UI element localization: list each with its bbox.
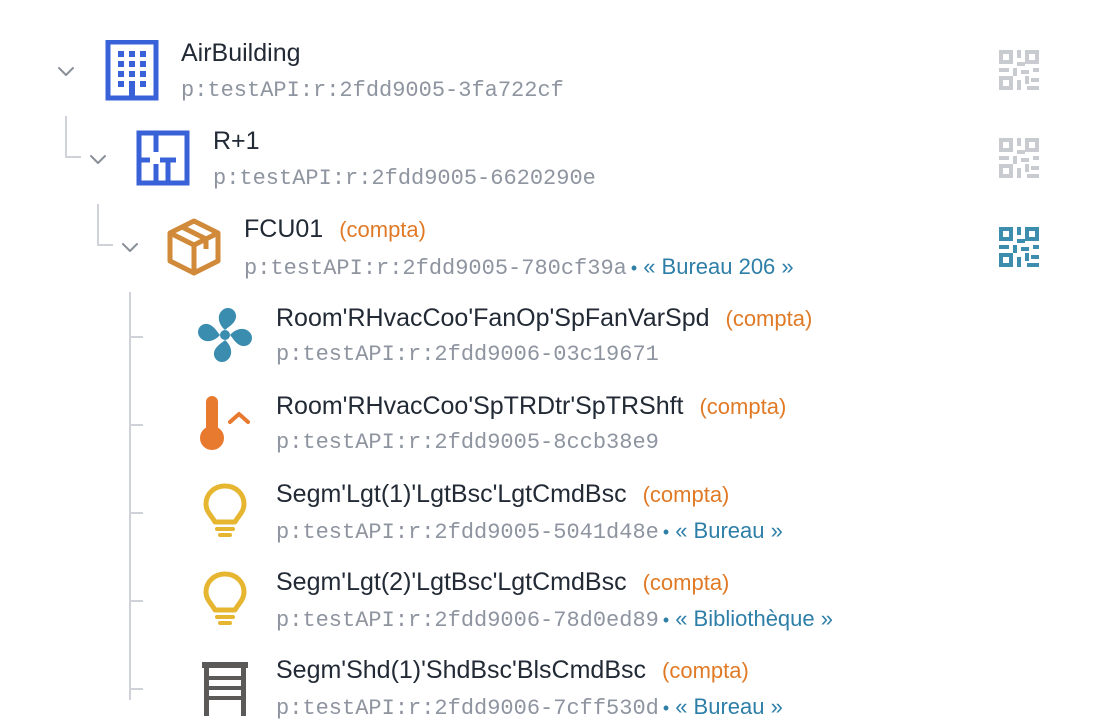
separator-dot: •	[662, 610, 670, 630]
tree-guide-line	[129, 512, 143, 514]
thermometer-icon	[196, 394, 252, 450]
chevron-down-icon[interactable]	[55, 60, 77, 82]
node-tag: (compta)	[662, 658, 749, 683]
node-name: Segm'Lgt(2)'LgtBsc'LgtCmdBsc	[276, 568, 627, 596]
node-ref: p:testAPI:r:2fdd9005-780cf39a	[244, 256, 627, 281]
node-tag: (compta)	[339, 217, 426, 242]
package-icon	[166, 218, 222, 276]
fan-icon	[196, 306, 252, 362]
tree-guide-line	[129, 600, 143, 602]
lightbulb-icon	[200, 482, 256, 538]
node-name-line: Room'RHvacCoo'SpTRDtr'SpTRShft (compta)	[276, 391, 786, 422]
tree-guide-line	[129, 336, 143, 338]
node-name: R+1	[213, 127, 260, 155]
node-ref: p:testAPI:r:2fdd9005-3fa722cf	[181, 78, 564, 103]
node-ref-line: p:testAPI:r:2fdd9006-7cff530d • « Bureau »	[276, 693, 783, 723]
node-name-line: FCU01 (compta)	[244, 214, 426, 245]
node-name: Segm'Shd(1)'ShdBsc'BlsCmdBsc	[276, 656, 647, 684]
chevron-down-icon[interactable]	[87, 148, 109, 170]
separator-dot: •	[630, 258, 638, 278]
lightbulb-icon	[200, 570, 256, 626]
node-ref: p:testAPI:r:2fdd9005-5041d48e	[276, 520, 659, 545]
node-location[interactable]: « Bureau »	[675, 694, 783, 719]
tree-guide-line	[129, 424, 143, 426]
building-icon	[104, 40, 160, 101]
tree-guide-line	[65, 116, 67, 158]
qr-code-icon[interactable]	[997, 48, 1041, 92]
node-location[interactable]: « Bibliothèque »	[675, 606, 833, 631]
separator-dot: •	[662, 522, 670, 542]
node-name-line: Segm'Lgt(1)'LgtBsc'LgtCmdBsc (compta)	[276, 479, 729, 510]
node-name-line: Segm'Shd(1)'ShdBsc'BlsCmdBsc (compta)	[276, 655, 749, 686]
node-name-line: Segm'Lgt(2)'LgtBsc'LgtCmdBsc (compta)	[276, 567, 729, 598]
tree-guide-line	[97, 204, 99, 246]
tree-guide-line	[97, 244, 113, 246]
node-ref-line: p:testAPI:r:2fdd9005-5041d48e • « Bureau »	[276, 517, 783, 547]
node-ref-line: p:testAPI:r:2fdd9005-780cf39a • « Bureau 2…	[244, 253, 794, 283]
node-ref-line: p:testAPI:r:2fdd9006-78d0ed89 • « Biblioth…	[276, 605, 833, 635]
node-location[interactable]: « Bureau »	[675, 518, 783, 543]
node-ref: p:testAPI:r:2fdd9005-8ccb38e9	[276, 430, 659, 455]
separator-dot: •	[662, 698, 670, 718]
node-name: Segm'Lgt(1)'LgtBsc'LgtCmdBsc	[276, 480, 627, 508]
qr-code-icon[interactable]	[997, 225, 1041, 269]
node-name-line: Room'RHvacCoo'FanOp'SpFanVarSpd (compta)	[276, 303, 812, 334]
node-tag: (compta)	[725, 306, 813, 331]
floor-plan-icon	[136, 130, 192, 186]
node-ref: p:testAPI:r:2fdd9005-6620290e	[213, 166, 596, 191]
node-ref: p:testAPI:r:2fdd9006-03c19671	[276, 342, 659, 367]
tree-guide-line	[65, 156, 81, 158]
node-location[interactable]: « Bureau 206 »	[643, 254, 793, 279]
node-tag: (compta)	[699, 394, 787, 419]
node-ref: p:testAPI:r:2fdd9006-78d0ed89	[276, 608, 659, 633]
blinds-icon	[200, 660, 256, 716]
node-name: Room'RHvacCoo'SpTRDtr'SpTRShft	[276, 392, 684, 420]
qr-code-icon[interactable]	[997, 136, 1041, 180]
node-name: FCU01	[244, 215, 324, 243]
tree-guide-line	[129, 688, 143, 690]
chevron-down-icon[interactable]	[119, 236, 141, 258]
node-name: AirBuilding	[181, 39, 301, 67]
tree-guide-line	[129, 292, 131, 700]
node-name: Room'RHvacCoo'FanOp'SpFanVarSpd	[276, 304, 710, 332]
node-tag: (compta)	[642, 482, 730, 507]
node-tag: (compta)	[642, 570, 730, 595]
